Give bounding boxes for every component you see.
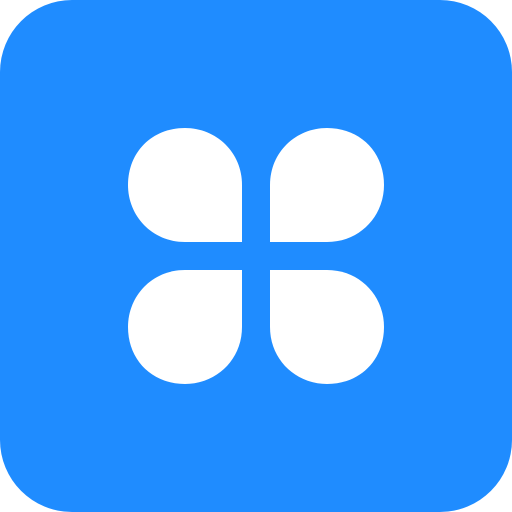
four-petal-clover-icon bbox=[128, 128, 384, 384]
petal-top-left bbox=[128, 128, 242, 242]
app-icon[interactable] bbox=[0, 0, 512, 512]
petal-bottom-right bbox=[270, 270, 384, 384]
petal-bottom-left bbox=[128, 270, 242, 384]
petal-top-right bbox=[270, 128, 384, 242]
